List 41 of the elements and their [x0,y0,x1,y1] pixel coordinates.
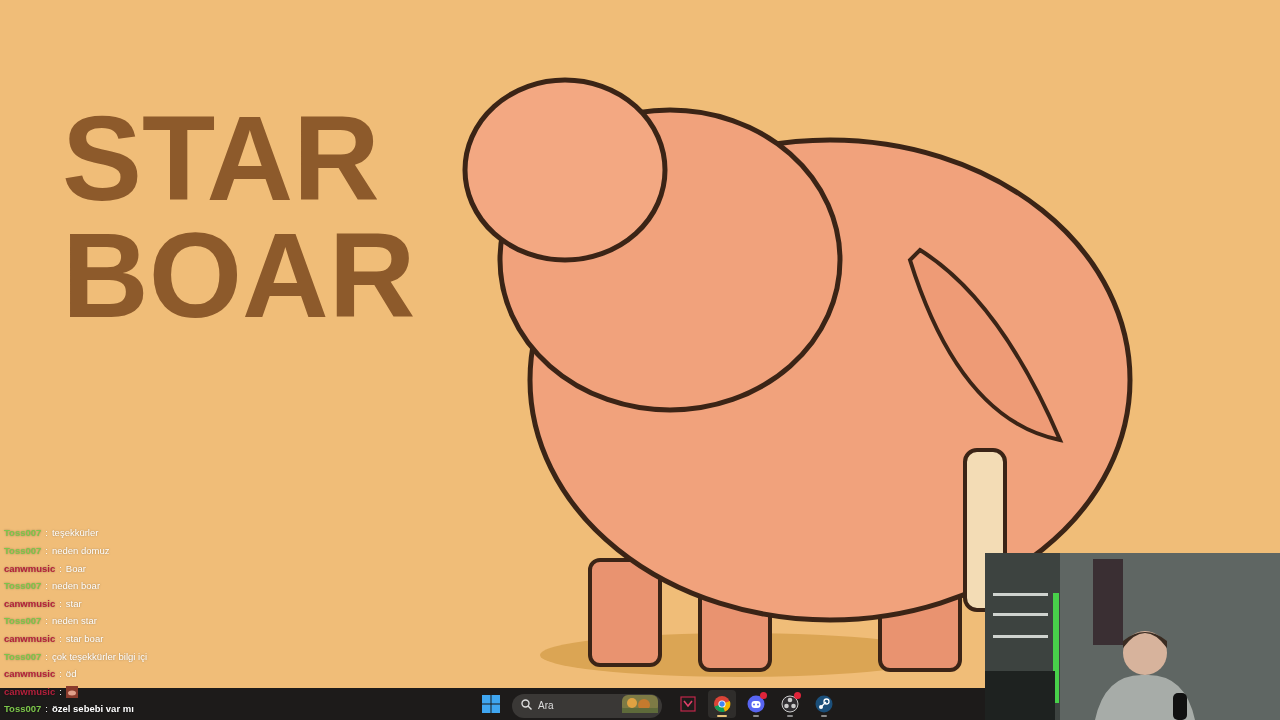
chat-message: Boar [65,561,86,576]
chat-message: özel sebebi var mı [51,702,134,717]
chat-message: teşekkürler [51,526,99,541]
chat-username: canwmusic [4,561,56,576]
chat-username: canwmusic [4,632,56,647]
chat-separator: : [45,649,48,664]
start-icon[interactable] [482,695,500,713]
chat-message: neden star [51,614,97,629]
taskbar-app-button[interactable] [708,690,736,718]
chat-username: Toss007 [4,526,42,541]
chat-separator: : [45,526,48,541]
chat-app-icon [747,695,765,713]
chat-separator: : [45,579,48,594]
browser-icon [713,695,731,713]
chat-message: star [65,596,82,611]
chat-separator: : [59,596,62,611]
chat-message: çok teşekkürler bilgi içi [51,649,147,664]
chat-username: canwmusic [4,684,56,699]
chat-username: canwmusic [4,596,56,611]
chat-separator: : [45,544,48,559]
chat-message: star boar [65,632,104,647]
chat-separator: : [59,684,62,699]
chat-separator: : [59,561,62,576]
game-icon [679,695,697,713]
chat-separator: : [45,702,48,717]
chat-message: neden boar [51,579,101,594]
title-text: BOAR [62,217,417,334]
chat-message: öd [65,667,77,682]
chat-username: Toss007 [4,614,42,629]
chat-username: Toss007 [4,579,42,594]
chat-username: Toss007 [4,649,42,664]
chat-username: canwmusic [4,667,56,682]
chat-username: Toss007 [4,702,42,717]
chat-username: Toss007 [4,544,42,559]
chat-separator: : [59,667,62,682]
recorder-icon [781,695,799,713]
chat-separator: : [45,614,48,629]
title-text: STAR [62,100,381,217]
steam-icon [815,695,833,713]
chat-message: neden domuz [51,544,110,559]
chat-separator: : [59,632,62,647]
